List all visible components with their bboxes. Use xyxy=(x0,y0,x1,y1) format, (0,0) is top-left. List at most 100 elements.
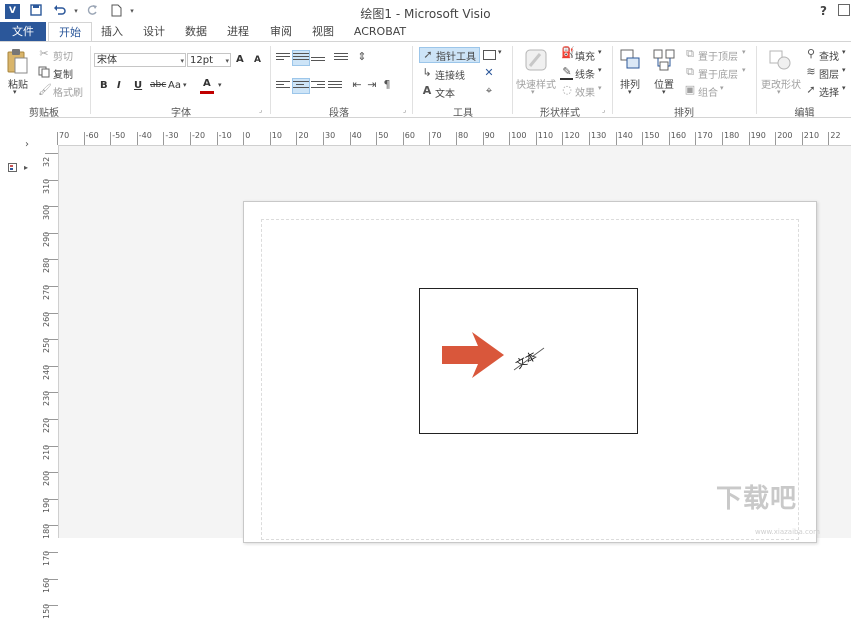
fill-bucket-icon[interactable]: ⛽ xyxy=(561,47,575,59)
change-case-button[interactable]: Aa xyxy=(168,80,181,91)
send-to-back-icon[interactable]: ⧉ xyxy=(684,66,696,78)
align-middle-icon[interactable] xyxy=(292,50,310,66)
layers-icon[interactable]: ≋ xyxy=(805,66,817,78)
effects-icon[interactable]: ◌ xyxy=(561,84,573,96)
paragraph-settings-icon[interactable]: ¶ xyxy=(381,79,393,91)
align-right-icon[interactable] xyxy=(311,79,325,91)
text-direction-icon[interactable]: ⇕ xyxy=(356,51,368,63)
shrink-font-button[interactable]: A xyxy=(254,55,261,65)
help-button[interactable]: ? xyxy=(820,4,827,18)
justify-icon[interactable] xyxy=(328,79,342,91)
strikethrough-button[interactable]: abc xyxy=(150,80,166,90)
text-rotation-handle[interactable] xyxy=(512,344,546,374)
connection-point-icon[interactable]: ⌖ xyxy=(483,85,495,97)
text-tool-icon[interactable]: A xyxy=(421,85,433,97)
quick-styles-icon[interactable] xyxy=(524,48,548,72)
chevron-down-icon[interactable]: ▾ xyxy=(842,84,846,92)
align-top-icon[interactable] xyxy=(276,51,290,63)
group-button[interactable]: 组合 xyxy=(698,84,718,99)
shapes-stencil-icon[interactable] xyxy=(8,163,19,174)
format-painter-icon[interactable]: 🖌 xyxy=(38,84,52,96)
group-icon[interactable]: ▣ xyxy=(684,84,696,96)
tab-data[interactable]: 数据 xyxy=(176,22,216,41)
align-bottom-icon[interactable] xyxy=(311,51,325,63)
chevron-down-icon[interactable]: ▾ xyxy=(842,48,846,56)
paste-icon[interactable] xyxy=(6,48,28,74)
bring-to-front-icon[interactable]: ⧉ xyxy=(684,48,696,60)
paragraph-dialog-launcher-icon[interactable]: ⌟ xyxy=(403,106,406,114)
position-icon[interactable] xyxy=(652,48,676,72)
connector-icon[interactable]: ↳ xyxy=(421,67,433,79)
italic-button[interactable]: I xyxy=(117,80,121,91)
format-painter-button[interactable]: 格式刷 xyxy=(53,84,83,99)
chevron-down-icon[interactable]: ▾ xyxy=(598,66,602,74)
chevron-down-icon[interactable]: ▾ xyxy=(742,66,746,74)
tab-acrobat[interactable]: ACROBAT xyxy=(348,22,412,41)
shapes-pane-arrow-icon[interactable]: ▸ xyxy=(24,163,28,172)
paste-dropdown-icon[interactable]: ▾ xyxy=(13,88,17,96)
chevron-down-icon[interactable]: ▾ xyxy=(777,88,781,96)
close-x-icon[interactable]: ✕ xyxy=(483,67,495,79)
layers-button[interactable]: 图层 xyxy=(819,66,839,81)
chevron-down-icon[interactable]: ▾ xyxy=(742,48,746,56)
chevron-down-icon[interactable]: ▾ xyxy=(598,48,602,56)
arrange-icon[interactable] xyxy=(619,48,641,72)
chevron-down-icon[interactable]: ▾ xyxy=(628,88,632,96)
decrease-indent-icon[interactable]: ⇤ xyxy=(351,79,363,91)
copy-button[interactable]: 复制 xyxy=(53,66,73,81)
send-to-back-button[interactable]: 置于底层 xyxy=(698,66,738,81)
tab-file[interactable]: 文件 xyxy=(0,22,46,41)
tab-process[interactable]: 进程 xyxy=(218,22,258,41)
font-color-button[interactable]: A xyxy=(203,78,211,89)
align-center-icon[interactable] xyxy=(292,78,310,94)
tab-design[interactable]: 设计 xyxy=(134,22,174,41)
chevron-down-icon[interactable]: ▾ xyxy=(598,84,602,92)
cut-icon[interactable]: ✂ xyxy=(38,48,50,60)
effects-button[interactable]: 效果 xyxy=(575,84,595,99)
bold-button[interactable]: B xyxy=(100,80,108,91)
connector-tool-button[interactable]: 连接线 xyxy=(435,67,465,82)
chevron-down-icon[interactable]: ▾ xyxy=(720,84,724,92)
chevron-down-icon[interactable]: ▾ xyxy=(183,81,187,89)
text-tool-button[interactable]: 文本 xyxy=(435,85,455,100)
vertical-ruler[interactable]: 32 310 300 290 280 270 260 250 240 230 220 210 200 19… xyxy=(41,145,59,619)
tab-home[interactable]: 开始 xyxy=(48,22,92,43)
line-button[interactable]: 线条 xyxy=(575,66,595,81)
grow-font-button[interactable]: A xyxy=(236,54,244,65)
rectangle-shape-icon[interactable] xyxy=(483,50,496,60)
line-pen-icon[interactable]: ✎ xyxy=(561,66,573,78)
cut-button[interactable]: 剪切 xyxy=(53,48,73,63)
find-button[interactable]: 查找 xyxy=(819,48,839,63)
increase-indent-icon[interactable]: ⇥ xyxy=(366,79,378,91)
quick-styles-button[interactable]: 快速样式 xyxy=(516,76,556,91)
chevron-down-icon[interactable]: ▾ xyxy=(662,88,666,96)
chevron-down-icon[interactable]: ▾ xyxy=(498,48,502,56)
copy-icon[interactable] xyxy=(38,66,50,78)
chevron-down-icon[interactable]: ▾ xyxy=(842,66,846,74)
chevron-down-icon[interactable]: ▾ xyxy=(218,81,222,89)
fill-button[interactable]: 填充 xyxy=(575,48,595,63)
paste-button[interactable]: 粘贴 xyxy=(8,76,28,91)
align-left-icon[interactable] xyxy=(276,79,290,91)
bullets-icon[interactable] xyxy=(334,51,348,63)
pointer-tool-button[interactable]: ➚ 指针工具 xyxy=(419,47,480,63)
select-button[interactable]: 选择 xyxy=(819,84,839,99)
binoculars-icon[interactable]: ⚲ xyxy=(805,48,817,60)
expand-shapes-pane-icon[interactable]: › xyxy=(25,139,29,150)
restore-window-button[interactable] xyxy=(838,4,850,16)
select-cursor-icon[interactable]: ➚ xyxy=(805,84,817,96)
arrow-shape[interactable] xyxy=(440,330,506,380)
font-name-dropdown[interactable]: 宋体 ▾ xyxy=(94,53,186,67)
bring-to-front-button[interactable]: 置于顶层 xyxy=(698,48,738,63)
tab-view[interactable]: 视图 xyxy=(302,22,344,41)
tab-review[interactable]: 审阅 xyxy=(260,22,302,41)
font-dialog-launcher-icon[interactable]: ⌟ xyxy=(259,106,262,114)
chevron-down-icon[interactable]: ▾ xyxy=(531,88,535,96)
underline-button[interactable]: U xyxy=(134,80,142,91)
change-shape-button[interactable]: 更改形状 xyxy=(761,76,801,91)
horizontal-ruler[interactable]: 70 -60 -50 -40 -30 -20 -10 0 10 20 30 40 50 60 70 80 90 1… xyxy=(41,128,851,146)
change-shape-icon[interactable] xyxy=(768,48,792,72)
tab-insert[interactable]: 插入 xyxy=(92,22,132,41)
shape-styles-dialog-launcher-icon[interactable]: ⌟ xyxy=(602,106,605,114)
font-size-dropdown[interactable]: 12pt ▾ xyxy=(187,53,231,67)
